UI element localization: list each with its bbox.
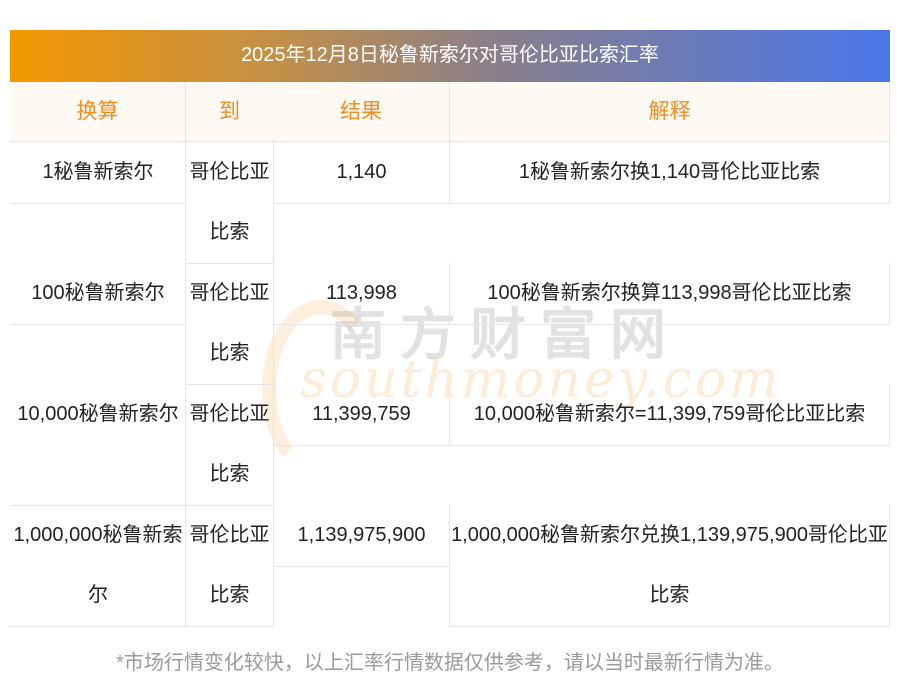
row-1-explain: 1秘鲁新索尔换1,140哥伦比亚比索 <box>449 142 890 204</box>
row-2-from: 100秘鲁新索尔 <box>10 263 186 325</box>
row-1-to: 哥伦比亚比索 <box>185 142 274 264</box>
row-1-from: 1秘鲁新索尔 <box>10 142 186 204</box>
header-explain: 解释 <box>449 82 890 142</box>
page-title: 2025年12月8日秘鲁新索尔对哥伦比亚比索汇率 <box>10 30 890 82</box>
row-2-result: 113,998 <box>273 263 450 325</box>
row-2-to: 哥伦比亚比索 <box>185 263 274 385</box>
disclaimer-footer: *市场行情变化较快，以上汇率行情数据仅供参考，请以当时最新行情为准。 <box>116 652 784 674</box>
header-convert: 换算 <box>10 82 186 142</box>
header-to: 到 <box>185 82 274 142</box>
header-result: 结果 <box>273 82 450 142</box>
row-4-explain: 1,000,000秘鲁新索尔兑换1,139,975,900哥伦比亚比索 <box>449 505 890 627</box>
row-3-explain: 10,000秘鲁新索尔=11,399,759哥伦比亚比索 <box>449 384 890 446</box>
row-4-to: 哥伦比亚比索 <box>185 505 274 627</box>
row-3-result: 11,399,759 <box>273 384 450 446</box>
row-3-from: 10,000秘鲁新索尔 <box>10 384 186 506</box>
row-1-result: 1,140 <box>273 142 450 204</box>
row-2-explain: 100秘鲁新索尔换算113,998哥伦比亚比索 <box>449 263 890 325</box>
row-4-result: 1,139,975,900 <box>273 505 450 567</box>
row-4-from: 1,000,000秘鲁新索尔 <box>10 505 186 627</box>
row-3-to: 哥伦比亚比索 <box>185 384 274 506</box>
